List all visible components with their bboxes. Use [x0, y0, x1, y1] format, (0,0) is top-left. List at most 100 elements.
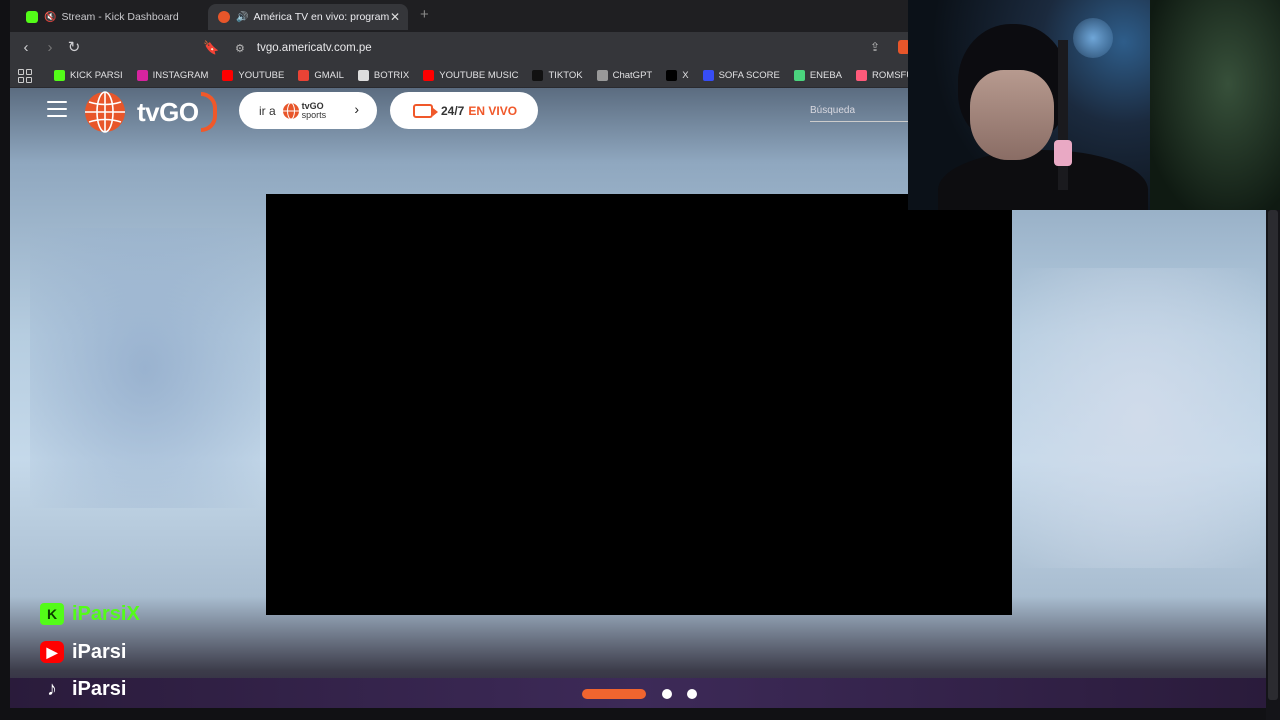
webcam-light — [1073, 18, 1113, 58]
bookmark-label: ChatGPT — [612, 70, 653, 81]
botrix-icon — [357, 70, 369, 81]
browser-toolbar: ‹ › ↻ 🔖 ⚙ tvgo.americatv.com.pe ⇪ — [10, 32, 910, 64]
new-tab-icon[interactable]: + — [420, 6, 429, 23]
bookmark-label: KICK PARSI — [70, 70, 123, 81]
share-icon[interactable]: ⇪ — [870, 40, 880, 54]
eneba-icon — [793, 70, 805, 81]
url-text: tvgo.americatv.com.pe — [256, 42, 372, 54]
microphone-light — [1054, 140, 1072, 166]
bookmarks-bar: KICK PARSI INSTAGRAM YOUTUBE GMAIL BOTRIX YOU… — [10, 64, 910, 88]
romsfun-icon — [856, 70, 868, 81]
logo-arc — [200, 92, 217, 132]
webcam-overlay — [908, 0, 1280, 210]
tiktok-icon: ♪ — [47, 677, 57, 700]
bookmark-romsfun[interactable]: ROMSFUN — [856, 70, 910, 81]
tab-title: Stream - Kick Dashboard — [61, 11, 179, 23]
forward-icon[interactable]: › — [40, 38, 60, 58]
chatgpt-icon — [596, 70, 608, 81]
bookmark-youtube-music[interactable]: YOUTUBE MUSIC — [423, 70, 518, 81]
site-info-icon[interactable]: ⚙ — [235, 42, 245, 55]
audio-playing-icon: 🔊 — [236, 11, 249, 23]
apps-grid-icon[interactable] — [18, 68, 32, 83]
carousel-dot[interactable] — [662, 689, 672, 699]
kick-icon: K — [40, 603, 64, 625]
kick-handle-text: iParsiX — [72, 602, 140, 625]
bookmark-eneba[interactable]: ENEBA — [793, 70, 843, 81]
sports-brand-bottom: sports — [301, 109, 327, 120]
webcam-person-face — [970, 70, 1054, 160]
kick-favicon-icon — [26, 11, 38, 23]
youtube-music-icon — [423, 70, 435, 81]
bookmark-instagram[interactable]: INSTAGRAM — [136, 70, 209, 81]
carousel-dot-active[interactable] — [582, 689, 646, 699]
instagram-icon — [136, 70, 148, 81]
search-input[interactable]: Búsqueda — [810, 102, 910, 122]
bookmark-label: GMAIL — [314, 70, 344, 81]
video-camera-icon — [413, 103, 438, 118]
live-label: 24/7 — [441, 103, 465, 118]
muted-icon: 🔇 — [44, 11, 57, 23]
bookmark-x[interactable]: X — [666, 70, 689, 81]
bookmark-label: ENEBA — [809, 70, 843, 81]
bookmark-youtube[interactable]: YOUTUBE — [222, 70, 284, 81]
bookmark-label: INSTAGRAM — [152, 70, 209, 81]
bookmark-label: BOTRIX — [373, 70, 410, 81]
webcam-background — [1150, 0, 1280, 210]
bookmark-label: YOUTUBE — [238, 70, 285, 81]
bookmark-chatgpt[interactable]: ChatGPT — [596, 70, 653, 81]
bookmark-kick-parsi[interactable]: KICK PARSI — [54, 70, 123, 81]
tiktok-handle-text: iParsi — [72, 677, 127, 700]
scrollbar-thumb[interactable] — [1268, 210, 1278, 700]
address-bar[interactable]: ⚙ tvgo.americatv.com.pe — [225, 36, 905, 60]
tab-bar: 🔇 Stream - Kick Dashboard 🔊 América TV e… — [10, 0, 910, 32]
bookmark-label: SOFA SCORE — [718, 70, 780, 81]
youtube-icon — [222, 70, 234, 81]
tiktok-icon — [532, 70, 544, 81]
back-icon[interactable]: ‹ — [16, 38, 36, 58]
sports-prefix: ir a — [259, 103, 276, 118]
kick-handle: K iParsiX — [40, 600, 140, 628]
tiktok-handle: ♪ iParsi — [40, 675, 126, 703]
screen: 🔇 Stream - Kick Dashboard 🔊 América TV e… — [0, 0, 1280, 720]
sports-brand: tvGO sports — [301, 101, 327, 120]
background-art — [30, 228, 260, 508]
chevron-right-icon: › — [354, 101, 359, 117]
tab-title: América TV en vivo: program — [253, 11, 390, 23]
webcam-person-body — [938, 150, 1148, 210]
background-art — [1020, 268, 1260, 568]
sports-globe-icon — [282, 102, 299, 119]
globe-icon — [85, 91, 125, 133]
live-word: EN VIVO — [468, 103, 518, 118]
bookmark-tiktok[interactable]: TIKTOK — [532, 70, 583, 81]
carousel-dots — [582, 689, 712, 699]
carousel-dot[interactable] — [687, 689, 697, 699]
bookmark-label: ROMSFUN — [872, 70, 910, 81]
x-icon — [666, 70, 678, 81]
bookmark-botrix[interactable]: BOTRIX — [357, 70, 410, 81]
tab-kick-dashboard[interactable]: 🔇 Stream - Kick Dashboard — [16, 4, 206, 30]
bookmark-label: YOUTUBE MUSIC — [439, 70, 519, 81]
gmail-icon — [298, 70, 310, 81]
microphone-arm — [1058, 40, 1068, 190]
youtube-handle-text: iParsi — [72, 640, 127, 663]
logo-text: tvGO — [137, 96, 199, 127]
live-24-7-button[interactable]: 24/7 EN VIVO — [390, 92, 538, 129]
close-tab-icon[interactable]: ✕ — [390, 10, 400, 24]
tvgo-logo[interactable]: tvGO — [83, 90, 233, 134]
americatv-favicon-icon — [218, 11, 230, 23]
tvgo-sports-button[interactable]: ir a tvGO sports › — [239, 92, 377, 129]
bookmark-gmail[interactable]: GMAIL — [298, 70, 344, 81]
menu-icon[interactable] — [47, 101, 67, 117]
reload-icon[interactable]: ↻ — [64, 38, 84, 58]
bookmark-sofa-score[interactable]: SOFA SCORE — [702, 70, 780, 81]
kick-icon — [54, 70, 65, 81]
bookmark-icon[interactable]: 🔖 — [203, 40, 219, 56]
page-scrollbar[interactable] — [1266, 210, 1280, 720]
tab-americatv[interactable]: 🔊 América TV en vivo: program ✕ — [208, 4, 408, 30]
youtube-handle: ▶ iParsi — [40, 638, 126, 666]
youtube-icon: ▶ — [40, 641, 64, 663]
bookmark-label: X — [682, 70, 689, 81]
sofascore-icon — [702, 70, 714, 81]
bookmark-label: TIKTOK — [548, 70, 583, 81]
video-player[interactable] — [266, 194, 1012, 615]
